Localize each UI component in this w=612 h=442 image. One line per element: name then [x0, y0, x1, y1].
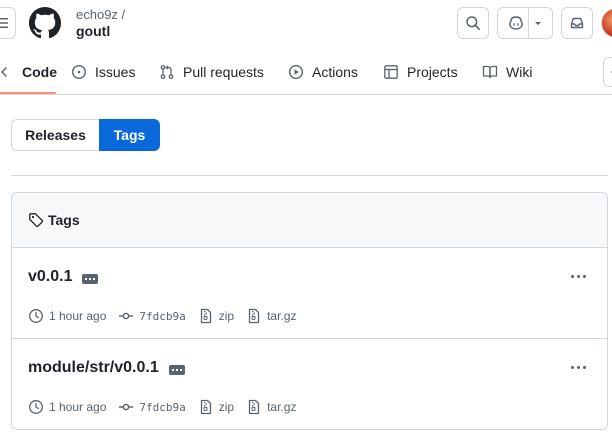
targz-label[interactable]: tar.gz	[267, 400, 296, 414]
inbox-button[interactable]	[561, 7, 593, 39]
tab-label: Pull requests	[183, 64, 264, 80]
targz-download[interactable]: tar.gz	[246, 308, 296, 324]
more-tabs-button[interactable]	[603, 57, 612, 87]
copilot-button[interactable]	[497, 7, 553, 39]
clock-icon	[29, 309, 43, 323]
file-zip-icon	[248, 308, 260, 324]
repo-nav: Code Issues Pull requests Actions Projec…	[0, 48, 612, 95]
tab-code[interactable]: Code	[0, 56, 57, 88]
zip-label[interactable]: zip	[219, 309, 234, 323]
issue-icon	[71, 64, 87, 80]
breadcrumb-repo[interactable]: goutl	[76, 23, 110, 39]
ellipsis-expand-button[interactable]	[168, 364, 185, 375]
file-zip-icon	[200, 399, 211, 415]
tag-time: 1 hour ago	[28, 399, 106, 415]
tag-name-link[interactable]: v0.0.1	[28, 268, 72, 286]
tags-button[interactable]: Tags	[99, 119, 160, 151]
tab-issues[interactable]: Issues	[71, 56, 135, 88]
file-zip-icon	[200, 308, 211, 324]
breadcrumb-owner[interactable]: echo9z /	[76, 7, 125, 22]
kebab-horizontal-icon[interactable]	[566, 266, 590, 286]
clock-icon	[29, 400, 43, 414]
hamburger-icon	[0, 18, 8, 28]
zip-label[interactable]: zip	[219, 400, 234, 414]
tags-list-header: Tags	[12, 193, 607, 248]
zip-download[interactable]: zip	[198, 308, 234, 324]
time-text: 1 hour ago	[49, 309, 107, 323]
commit-sha[interactable]: 7fdcb9a	[139, 310, 185, 323]
tag-row: module/str/v0.0.1 1 hour ago 7fdcb9a zip…	[12, 339, 607, 429]
tab-projects[interactable]: Projects	[383, 56, 458, 88]
active-tab-indicator	[0, 92, 56, 94]
tag-row: v0.0.1 1 hour ago 7fdcb9a zip tar.gz	[12, 248, 607, 339]
tag-icon	[29, 213, 44, 228]
tag-commit[interactable]: 7fdcb9a	[118, 399, 186, 415]
github-logo-icon[interactable]	[29, 7, 61, 39]
ellipsis-expand-button[interactable]	[82, 273, 99, 284]
targz-download[interactable]: tar.gz	[246, 399, 296, 415]
tab-label: Wiki	[506, 64, 533, 80]
commit-sha[interactable]: 7fdcb9a	[139, 401, 185, 414]
releases-tags-toggle: Releases Tags	[11, 119, 160, 151]
book-icon	[482, 65, 498, 79]
tab-label: Actions	[312, 64, 358, 80]
tag-name-link[interactable]: module/str/v0.0.1	[28, 359, 159, 377]
tab-label: Code	[22, 64, 57, 80]
zip-download[interactable]: zip	[198, 399, 234, 415]
releases-button[interactable]: Releases	[11, 119, 99, 151]
tab-actions[interactable]: Actions	[288, 56, 358, 88]
copilot-icon	[508, 16, 523, 30]
inbox-icon	[570, 17, 584, 29]
tag-meta: 1 hour ago 7fdcb9a zip tar.gz	[28, 399, 308, 415]
tab-label: Projects	[407, 64, 458, 80]
search-icon	[466, 16, 480, 30]
code-icon	[1, 67, 7, 77]
table-icon	[384, 65, 398, 79]
chevron-down-icon	[534, 22, 541, 25]
tab-label: Issues	[95, 64, 136, 80]
tag-meta: 1 hour ago 7fdcb9a zip tar.gz	[28, 308, 308, 324]
tags-list-title: Tags	[48, 212, 80, 228]
tag-time: 1 hour ago	[28, 308, 106, 324]
commit-icon	[119, 312, 134, 320]
kebab-horizontal-icon[interactable]	[566, 357, 590, 377]
avatar[interactable]	[601, 8, 612, 38]
tab-wiki[interactable]: Wiki	[482, 56, 532, 88]
tags-list: Tags v0.0.1 1 hour ago 7fdcb9a zip tar.g	[11, 192, 608, 430]
commit-icon	[119, 403, 134, 411]
file-zip-icon	[248, 399, 260, 415]
search-button[interactable]	[457, 7, 489, 39]
repo-header: echo9z / goutl	[0, 0, 612, 48]
play-icon	[288, 64, 304, 80]
tab-pull-requests[interactable]: Pull requests	[159, 56, 264, 88]
pull-request-icon	[160, 64, 174, 80]
tag-commit[interactable]: 7fdcb9a	[118, 308, 186, 324]
menu-button[interactable]	[0, 7, 16, 39]
divider	[11, 175, 608, 176]
targz-label[interactable]: tar.gz	[267, 309, 296, 323]
time-text: 1 hour ago	[49, 400, 107, 414]
